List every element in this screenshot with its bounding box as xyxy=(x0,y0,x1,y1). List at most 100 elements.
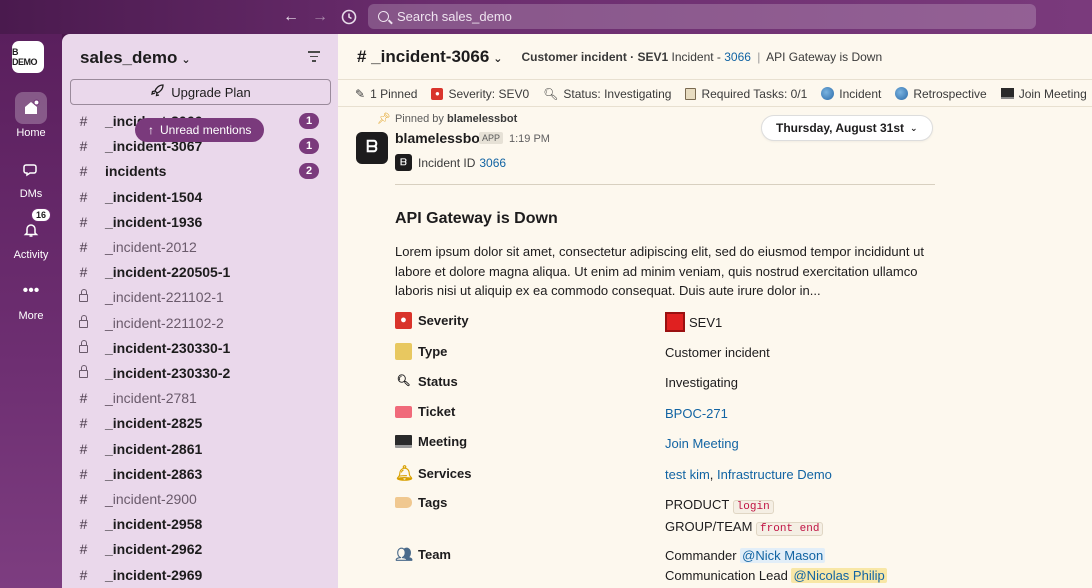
unread-mentions-button[interactable]: ↑ Unread mentions xyxy=(135,118,265,142)
tag-group-label: PRODUCT xyxy=(665,497,730,512)
search-input[interactable]: Search sales_demo xyxy=(368,4,1036,29)
lock-icon xyxy=(62,339,105,356)
bookmark-retrospective[interactable]: Retrospective xyxy=(895,86,987,101)
channel-name: _incident-221102-2 xyxy=(105,314,224,331)
bell-icon: 16 xyxy=(15,208,51,246)
status-value: Investigating xyxy=(665,375,738,390)
channel-title[interactable]: # _incident-3066 ⌄ xyxy=(357,47,503,67)
chevron-down-icon: ⌄ xyxy=(910,122,918,133)
channel-bookmarks-bar: ✎ 1 Pinned ● Severity: SEV0 🔍︎ Status: Inve… xyxy=(338,81,1092,107)
sidebar-channel-item[interactable]: # _incident-2958 xyxy=(62,513,338,535)
filter-icon[interactable] xyxy=(308,51,320,62)
channel-name: _incident-1504 xyxy=(105,188,203,205)
hash-icon: # xyxy=(79,163,88,180)
field-label-text: Ticket xyxy=(418,404,456,419)
rail-item-home[interactable]: Home xyxy=(3,92,59,139)
channel-name: _incident-2863 xyxy=(105,465,203,482)
field-label: ● Severity xyxy=(395,312,469,329)
upgrade-plan-button[interactable]: Upgrade Plan xyxy=(70,79,331,105)
sidebar-channel-item[interactable]: # _incident-1504 xyxy=(62,186,338,208)
pinned-prefix: Pinned by xyxy=(394,113,444,125)
avatar[interactable]: ᗷ xyxy=(356,132,388,164)
workspace-logo[interactable]: B DEMO xyxy=(12,41,44,73)
rail-item-dms[interactable]: DMs xyxy=(3,153,59,200)
rail-item-more[interactable]: ••• More xyxy=(3,275,59,322)
sidebar-channel-item[interactable]: # _incident-2900 xyxy=(62,488,338,510)
sidebar-channel-item[interactable]: _incident-230330-2 xyxy=(62,362,338,384)
people-icon: 👥︎ xyxy=(395,546,413,562)
hash-icon: # xyxy=(79,213,88,230)
team-role: Commander xyxy=(665,548,737,563)
field-label-text: Type xyxy=(418,344,448,359)
bookmark-join-meeting[interactable]: Join Meeting xyxy=(1000,87,1087,101)
bookmark-pinned[interactable]: ✎ 1 Pinned xyxy=(355,87,417,101)
sidebar-channel-item[interactable]: # incidents 2 xyxy=(62,160,338,182)
sidebar-channel-item[interactable]: _incident-221102-2 xyxy=(62,312,338,334)
rail-item-activity[interactable]: 16 Activity xyxy=(3,208,59,261)
bookmark-incident[interactable]: Incident xyxy=(821,87,881,101)
topic-text: Incident - xyxy=(671,49,721,64)
bookmark-status[interactable]: 🔍︎ Status: Investigating xyxy=(543,87,671,101)
field-label: 👥︎ Team xyxy=(395,546,451,563)
channel-name: _incident-221102-1 xyxy=(105,289,224,306)
back-arrow-icon[interactable]: ← xyxy=(281,7,301,27)
bookmark-required-tasks[interactable]: Required Tasks: 0/1 xyxy=(685,87,807,101)
app-tag: APP xyxy=(479,132,504,144)
lock-icon xyxy=(62,289,105,305)
user-mention[interactable]: @Nick Mason xyxy=(740,548,826,563)
folder-icon xyxy=(395,343,412,360)
incident-id-label: Incident ID xyxy=(418,155,476,170)
rail-label-dms: DMs xyxy=(19,188,43,200)
bookmark-label: Status: Investigating xyxy=(563,86,672,101)
channel-name: _incident-2962 xyxy=(105,541,203,558)
sidebar-channel-item[interactable]: # _incident-1936 xyxy=(62,211,338,233)
bookmark-label: Required Tasks: 0/1 xyxy=(701,86,808,101)
service-link[interactable]: test kim xyxy=(665,467,710,482)
type-value: Customer incident xyxy=(665,345,770,360)
channel-name: _incident-2825 xyxy=(105,415,203,432)
dms-icon xyxy=(15,153,47,185)
join-meeting-link[interactable]: Join Meeting xyxy=(665,436,739,451)
channel-name: incidents xyxy=(105,163,167,180)
hash-icon: # xyxy=(79,541,88,558)
bookmark-label: Retrospective xyxy=(913,86,987,101)
sidebar-channel-item[interactable]: # _incident-2962 xyxy=(62,538,338,560)
ticket-link[interactable]: BPOC-271 xyxy=(665,406,728,421)
topic-incident-link[interactable]: 3066 xyxy=(724,50,751,64)
message-timestamp[interactable]: 1:19 PM xyxy=(509,133,550,145)
forward-arrow-icon[interactable]: → xyxy=(310,7,330,27)
date-divider-button[interactable]: Thursday, August 31st ⌄ xyxy=(761,115,933,141)
sidebar-channel-item[interactable]: _incident-221102-1 xyxy=(62,286,338,308)
sidebar-channel-item[interactable]: # _incident-2825 xyxy=(62,412,338,434)
field-label: Meeting xyxy=(395,434,467,449)
hash-icon: # xyxy=(79,516,88,533)
sidebar-channel-item[interactable]: # _incident-2012 xyxy=(62,236,338,258)
channel-header: # _incident-3066 ⌄ Customer incident · SE… xyxy=(338,34,1092,80)
channel-name: _incident-2781 xyxy=(105,390,197,407)
channel-name: _incident-1936 xyxy=(105,213,203,230)
bookmark-severity[interactable]: ● Severity: SEV0 xyxy=(431,87,529,101)
sidebar-channel-item[interactable]: _incident-230330-1 xyxy=(62,337,338,359)
lock-icon xyxy=(62,365,105,381)
hash-icon: # xyxy=(79,566,88,583)
sidebar-channel-item[interactable]: # _incident-2781 xyxy=(62,387,338,409)
workspace-name[interactable]: sales_demo ⌄ xyxy=(80,48,191,68)
field-label: Tags xyxy=(395,495,447,510)
team-role: Communication Lead xyxy=(665,568,788,583)
incident-card-title: API Gateway is Down xyxy=(395,210,558,227)
sender-name[interactable]: blamelessbot xyxy=(395,130,484,146)
date-label: Thursday, August 31st xyxy=(776,121,905,135)
sidebar-channel-item[interactable]: # _incident-2969 xyxy=(62,564,338,586)
incident-id-link[interactable]: 3066 xyxy=(479,156,506,170)
service-link[interactable]: Infrastructure Demo xyxy=(717,467,832,482)
field-label: 🔔︎ Services xyxy=(395,465,472,482)
user-mention[interactable]: @Nicolas Philip xyxy=(791,568,887,583)
hash-icon: # xyxy=(79,188,88,205)
sidebar-channel-item[interactable]: # _incident-2861 xyxy=(62,438,338,460)
history-clock-icon[interactable] xyxy=(339,7,359,27)
rail-label-home: Home xyxy=(16,127,46,139)
sidebar-channel-item[interactable]: # _incident-220505-1 xyxy=(62,261,338,283)
sidebar-channel-item[interactable]: # _incident-2863 xyxy=(62,463,338,485)
lock-icon xyxy=(62,314,105,331)
field-label: Ticket xyxy=(395,404,455,419)
